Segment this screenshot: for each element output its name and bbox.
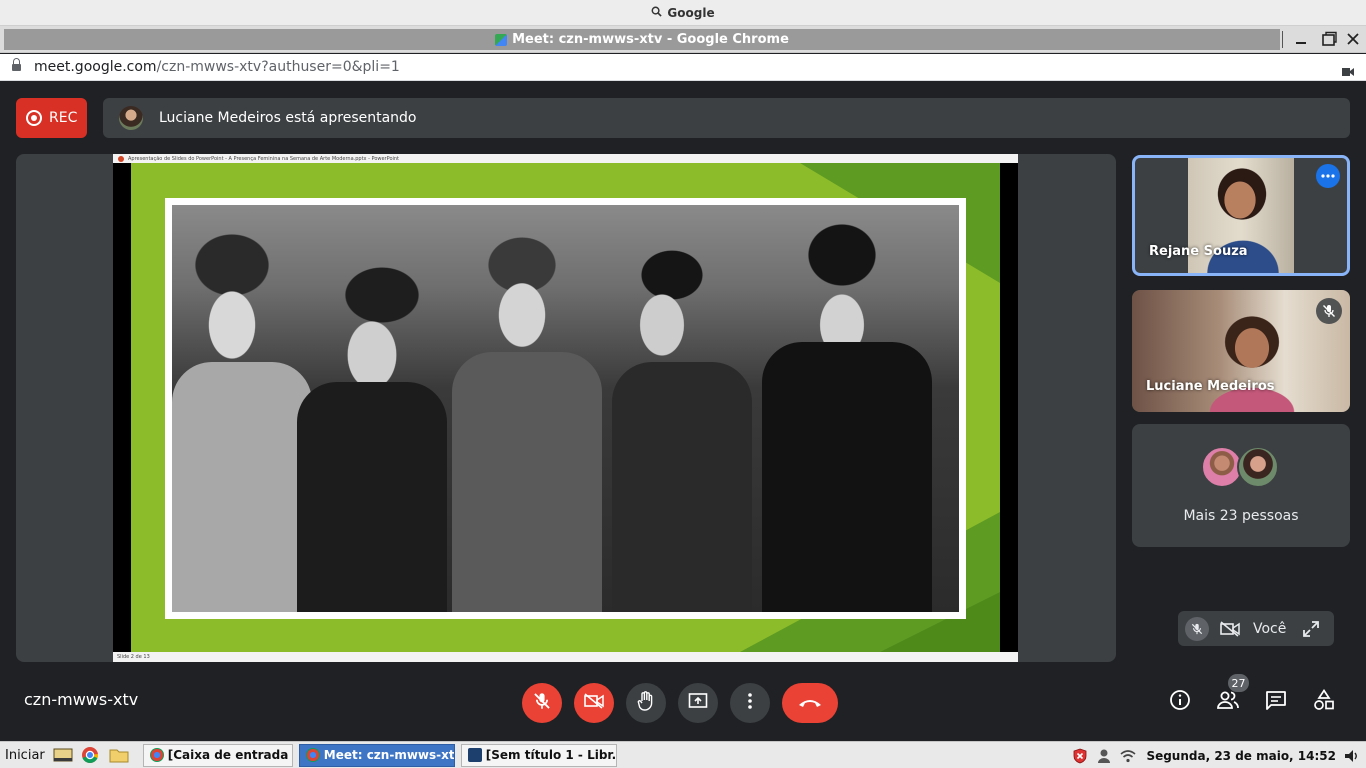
camera-in-use-icon[interactable] bbox=[1342, 62, 1354, 76]
people-icon bbox=[1216, 690, 1240, 714]
mic-off-icon bbox=[1316, 298, 1342, 324]
mic-toggle-button[interactable] bbox=[522, 683, 562, 723]
present-icon bbox=[688, 692, 708, 714]
os-search-label[interactable]: Google bbox=[667, 6, 714, 20]
more-options-icon[interactable] bbox=[1316, 164, 1340, 188]
minimize-icon[interactable] bbox=[1290, 28, 1312, 50]
hand-icon bbox=[637, 691, 655, 715]
volume-icon[interactable] bbox=[1344, 748, 1360, 764]
shield-icon[interactable] bbox=[1072, 748, 1088, 764]
slide-content bbox=[131, 163, 1000, 652]
slide-window-title: Apresentação de Slides do PowerPoint - A… bbox=[128, 155, 400, 162]
rec-label: REC bbox=[49, 110, 78, 126]
wifi-icon[interactable] bbox=[1120, 748, 1136, 764]
slide-status-text: Slide 2 de 13 bbox=[117, 654, 150, 660]
more-people-label: Mais 23 pessoas bbox=[1183, 508, 1299, 524]
shapes-icon bbox=[1313, 688, 1335, 715]
recording-button[interactable]: REC bbox=[16, 98, 87, 138]
taskbar-item-inbox[interactable]: [Caixa de entrada - ... bbox=[142, 743, 293, 767]
more-vert-icon bbox=[748, 693, 752, 713]
more-people-tile[interactable]: Mais 23 pessoas bbox=[1132, 424, 1350, 547]
meeting-details-button[interactable] bbox=[1166, 688, 1194, 716]
photo-figure bbox=[172, 362, 312, 612]
photo-figure bbox=[762, 342, 932, 612]
chrome-icon bbox=[149, 748, 164, 762]
task-label: [Sem título 1 - Libr... bbox=[485, 748, 617, 762]
camera-off-icon bbox=[584, 693, 604, 713]
participant-name: Luciane Medeiros bbox=[1146, 379, 1275, 394]
chrome-icon[interactable] bbox=[81, 746, 101, 764]
url-text[interactable]: meet.google.com/czn-mwws-xtv?authuser=0&… bbox=[34, 59, 400, 75]
system-tray: Segunda, 23 de maio, 14:52 bbox=[1064, 742, 1366, 768]
more-people-avatars bbox=[1201, 446, 1279, 488]
hang-up-icon bbox=[797, 694, 823, 713]
presenting-banner: Luciane Medeiros está apresentando bbox=[103, 98, 1350, 138]
powerpoint-icon bbox=[118, 155, 124, 162]
mic-off-icon bbox=[533, 692, 551, 714]
slide-window-titlebar: Apresentação de Slides do PowerPoint - A… bbox=[113, 154, 1018, 163]
file-manager-icon[interactable] bbox=[109, 746, 129, 764]
participants-button[interactable] bbox=[1214, 688, 1242, 716]
user-icon[interactable] bbox=[1096, 748, 1112, 764]
historical-group-photo bbox=[172, 205, 959, 612]
camera-toggle-button[interactable] bbox=[574, 683, 614, 723]
photo-figure bbox=[297, 382, 447, 612]
taskbar-item-meet[interactable]: Meet: czn-mwws-xt... bbox=[298, 743, 455, 767]
os-top-bar: Google bbox=[0, 0, 1366, 26]
record-icon bbox=[26, 110, 42, 126]
clock[interactable]: Segunda, 23 de maio, 14:52 bbox=[1146, 749, 1336, 763]
close-icon[interactable] bbox=[1342, 28, 1364, 50]
libreoffice-icon bbox=[467, 748, 482, 762]
chat-button[interactable] bbox=[1262, 688, 1290, 716]
url-path: /czn-mwws-xtv?authuser=0&pli=1 bbox=[156, 59, 400, 75]
meet-favicon-icon bbox=[495, 33, 508, 46]
start-button[interactable]: Iniciar bbox=[5, 748, 45, 763]
window-title: Meet: czn-mwws-xtv - Google Chrome bbox=[512, 32, 789, 47]
photo-figure bbox=[452, 352, 602, 612]
slide-photo-frame bbox=[165, 198, 966, 619]
info-icon bbox=[1169, 689, 1191, 715]
expand-icon[interactable] bbox=[1302, 620, 1320, 638]
participant-tile-rejane[interactable]: Rejane Souza bbox=[1132, 155, 1350, 276]
slide-status-bar: Slide 2 de 13 bbox=[113, 652, 1018, 662]
participant-count-badge: 27 bbox=[1228, 674, 1249, 692]
mic-off-icon[interactable] bbox=[1185, 616, 1209, 641]
presentation-stage[interactable]: Apresentação de Slides do PowerPoint - A… bbox=[16, 154, 1116, 662]
camera-off-icon[interactable] bbox=[1219, 618, 1241, 640]
raise-hand-button[interactable] bbox=[626, 683, 666, 723]
address-bar[interactable]: meet.google.com/czn-mwws-xtv?authuser=0&… bbox=[0, 54, 1366, 81]
powerpoint-slide-window: Apresentação de Slides do PowerPoint - A… bbox=[113, 154, 1018, 662]
show-desktop-icon[interactable] bbox=[53, 746, 73, 764]
participant-tile-luciane[interactable]: Luciane Medeiros bbox=[1132, 290, 1350, 412]
chat-icon bbox=[1265, 690, 1287, 714]
chrome-icon bbox=[305, 748, 320, 762]
more-options-button[interactable] bbox=[730, 683, 770, 723]
taskbar-item-libreoffice[interactable]: [Sem título 1 - Libr... bbox=[460, 743, 617, 767]
self-label: Você bbox=[1253, 620, 1287, 637]
url-host: meet.google.com bbox=[34, 59, 157, 75]
presenter-avatar bbox=[119, 106, 143, 130]
self-view-pill[interactable]: Você bbox=[1178, 611, 1334, 646]
participant-name: Rejane Souza bbox=[1149, 244, 1248, 259]
lock-icon[interactable] bbox=[12, 58, 21, 72]
avatar bbox=[1237, 446, 1279, 488]
present-screen-button[interactable] bbox=[678, 683, 718, 723]
photo-figure bbox=[612, 362, 752, 612]
maximize-icon[interactable] bbox=[1318, 28, 1340, 50]
window-titlebar: Meet: czn-mwws-xtv - Google Chrome bbox=[0, 26, 1366, 53]
titlebar-divider bbox=[1282, 31, 1283, 48]
presenting-text: Luciane Medeiros está apresentando bbox=[159, 110, 417, 126]
task-label: [Caixa de entrada - ... bbox=[167, 748, 292, 762]
leave-call-button[interactable] bbox=[782, 683, 838, 723]
task-label: Meet: czn-mwws-xt... bbox=[323, 748, 455, 762]
activities-button[interactable] bbox=[1310, 688, 1338, 716]
meeting-code[interactable]: czn-mwws-xtv bbox=[24, 690, 138, 709]
search-icon bbox=[651, 6, 663, 20]
os-taskbar: Iniciar [Caixa de entrada - ... Meet: cz… bbox=[0, 741, 1366, 768]
window-title-area[interactable]: Meet: czn-mwws-xtv - Google Chrome bbox=[4, 29, 1280, 50]
